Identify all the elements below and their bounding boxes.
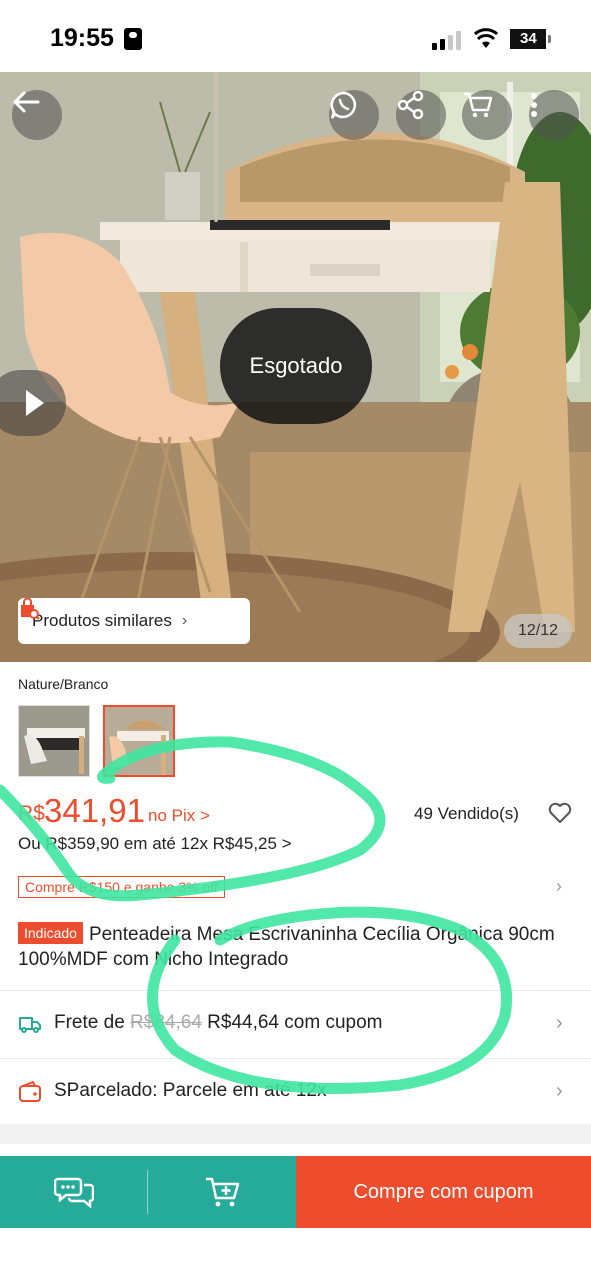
price-value: 341,91 xyxy=(44,792,145,829)
cart-button[interactable] xyxy=(462,90,512,140)
chat-bubbles-icon xyxy=(54,1177,94,1209)
installments-info[interactable]: Ou R$359,90 em até 12x R$45,25 > xyxy=(18,834,292,854)
truck-icon xyxy=(19,1017,41,1033)
chevron-right-icon[interactable]: › xyxy=(556,876,562,897)
similar-products-button[interactable]: Produtos similares › xyxy=(18,598,250,644)
add-to-cart-button[interactable] xyxy=(148,1156,296,1228)
battery-icon: 34 xyxy=(510,29,546,49)
product-title-block: Indicado Penteadeira Mesa Escrivaninha Ce… xyxy=(18,922,574,972)
whatsapp-share-button[interactable] xyxy=(329,90,379,140)
section-gap xyxy=(0,1124,591,1144)
more-vertical-icon xyxy=(531,93,537,117)
cellular-signal-icon xyxy=(432,30,462,50)
product-title: Penteadeira Mesa Escrivaninha Cecília Or… xyxy=(18,924,555,970)
installment-plan-row[interactable]: SParcelado: Parcele em até 12x › xyxy=(0,1060,591,1126)
installment-plan-label: SParcelado: Parcele em até 12x xyxy=(54,1080,327,1101)
indicado-tag: Indicado xyxy=(18,922,83,944)
buy-with-coupon-button[interactable]: Compre com cupom xyxy=(296,1156,591,1228)
chevron-right-icon: › xyxy=(556,1012,563,1034)
pix-label[interactable]: no Pix > xyxy=(148,806,210,826)
variation-thumb-1[interactable] xyxy=(18,705,90,777)
chevron-right-icon: › xyxy=(556,1080,563,1102)
contact-card-icon xyxy=(124,28,142,50)
sold-out-overlay: Esgotado xyxy=(220,308,372,424)
variation-thumb-2[interactable] xyxy=(103,705,175,777)
product-image-gallery[interactable]: Esgotado Produtos similares › 12/12 xyxy=(0,72,591,662)
cart-add-icon xyxy=(206,1177,240,1207)
back-button[interactable] xyxy=(12,90,62,140)
shipping-new-price: R$44,64 com cupom xyxy=(201,1012,383,1033)
heart-icon[interactable] xyxy=(548,802,572,824)
shipping-row[interactable]: Frete de R$84,64 R$44,64 com cupom › xyxy=(0,992,591,1058)
share-button[interactable] xyxy=(396,90,446,140)
chat-button[interactable] xyxy=(0,1156,148,1228)
divider xyxy=(0,1058,591,1059)
wifi-icon xyxy=(474,28,498,48)
shopping-bag-search-icon xyxy=(21,598,40,620)
status-time: 19:55 xyxy=(50,24,114,52)
variation-label: Nature/Branco xyxy=(18,676,109,692)
share-icon xyxy=(397,90,424,120)
image-counter: 12/12 xyxy=(504,614,572,648)
shipping-old-price: R$84,64 xyxy=(130,1012,202,1033)
cart-icon xyxy=(464,92,493,118)
promo-badge[interactable]: Compre R$150 e ganhe 3% off xyxy=(18,876,225,898)
back-arrow-icon xyxy=(13,91,40,113)
battery-percent: 34 xyxy=(520,30,537,47)
price-row[interactable]: R$ 341,91 no Pix > 49 Vendido(s) xyxy=(18,792,578,832)
shipping-prefix: Frete de xyxy=(54,1012,131,1033)
whatsapp-icon xyxy=(330,91,357,119)
price-currency: R$ xyxy=(18,802,45,825)
status-bar: 19:55 34 xyxy=(0,0,591,72)
sold-count: 49 Vendido(s) xyxy=(414,804,519,823)
bottom-action-bar: Compre com cupom xyxy=(0,1156,591,1228)
more-options-button[interactable] xyxy=(529,90,579,140)
chevron-right-icon: › xyxy=(181,612,188,629)
wallet-icon xyxy=(19,1080,41,1102)
play-video-button[interactable] xyxy=(0,370,66,436)
divider xyxy=(0,990,591,991)
similar-products-label: Produtos similares xyxy=(32,611,172,630)
